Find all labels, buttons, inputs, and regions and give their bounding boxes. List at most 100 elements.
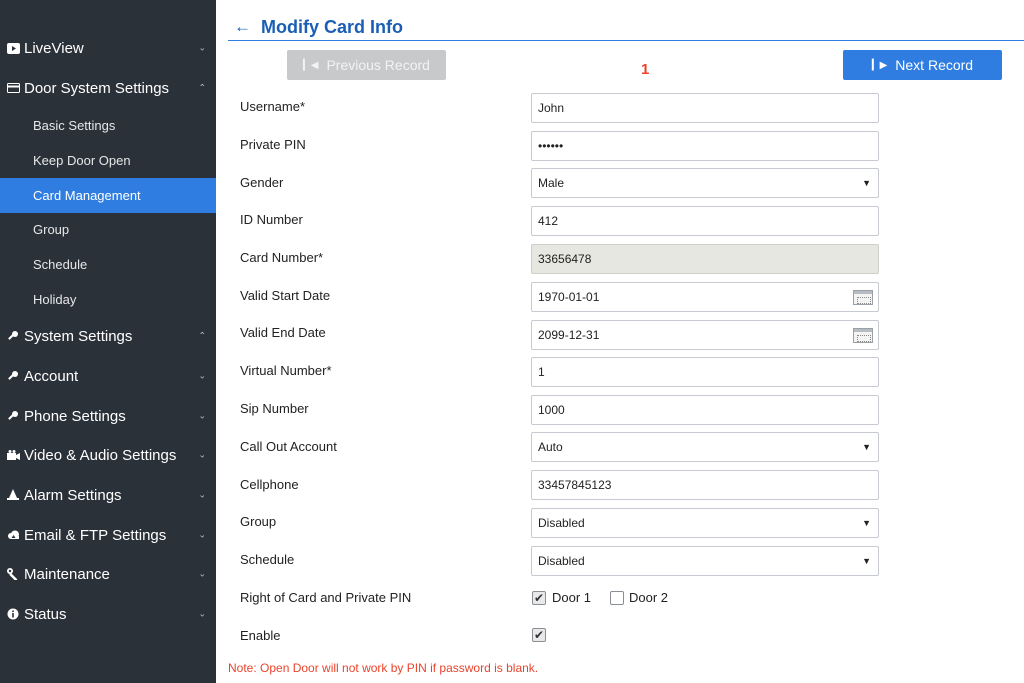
virtual-number-field[interactable]: 1: [531, 357, 879, 387]
nav-liveview-label: LiveView: [24, 39, 84, 57]
wrench-icon: [6, 567, 20, 581]
door2-checkbox[interactable]: [610, 591, 624, 605]
card-number-field: 33656478: [531, 244, 879, 274]
key-icon: [6, 409, 20, 423]
key-icon: [6, 329, 20, 343]
nav-maintenance[interactable]: Maintenance ⌄: [0, 554, 216, 594]
chevron-down-icon: ⌄: [198, 568, 206, 579]
previous-record-button[interactable]: ▎◀ Previous Record: [287, 50, 446, 80]
nav-maintenance-label: Maintenance: [24, 565, 110, 583]
pin-warning-note: Note: Open Door will not work by PIN if …: [228, 661, 539, 675]
nav-account-label: Account: [24, 367, 79, 385]
nav-status[interactable]: Status ⌄: [0, 594, 216, 634]
call-out-account-value: Auto: [538, 440, 563, 454]
next-record-button[interactable]: ▎▶ Next Record: [843, 50, 1002, 80]
enable-label: Enable: [240, 628, 281, 643]
valid-end-date-field[interactable]: 2099-12-31: [531, 320, 879, 350]
key-icon: [6, 369, 20, 383]
group-value: Disabled: [538, 516, 585, 530]
schedule-select[interactable]: Disabled ▼: [531, 546, 879, 576]
nav-alarm-label: Alarm Settings: [24, 486, 122, 504]
id-number-label: ID Number: [240, 212, 303, 227]
rights-label: Right of Card and Private PIN: [240, 590, 412, 605]
sidebar-item-group[interactable]: Group: [0, 212, 216, 247]
door1-checkbox[interactable]: ✔: [532, 591, 546, 605]
private-pin-field[interactable]: ••••••: [531, 131, 879, 161]
virtual-number-label: Virtual Number*: [240, 363, 332, 378]
dropdown-arrow-icon: ▼: [862, 518, 871, 528]
valid-start-date-field[interactable]: 1970-01-01: [531, 282, 879, 312]
group-label: Group: [240, 514, 277, 529]
next-record-label: Next Record: [895, 57, 974, 73]
chevron-down-icon: ⌄: [198, 529, 206, 540]
username-label: Username*: [240, 99, 306, 114]
valid-start-date-label: Valid Start Date: [240, 288, 331, 303]
gender-label: Gender: [240, 175, 284, 190]
nav-door-system-settings[interactable]: Door System Settings ⌃: [0, 68, 216, 108]
info-icon: [6, 607, 20, 621]
cellphone-field[interactable]: 33457845123: [531, 470, 879, 500]
nav-video-audio-settings[interactable]: Video & Audio Settings ⌄: [0, 435, 216, 475]
chevron-down-icon: ⌄: [198, 410, 206, 421]
chevron-up-icon: ⌃: [198, 82, 206, 93]
nav-video-audio-label: Video & Audio Settings: [24, 446, 177, 464]
dropdown-arrow-icon: ▼: [862, 442, 871, 452]
nav-phone-settings[interactable]: Phone Settings ⌄: [0, 396, 216, 436]
username-field[interactable]: John: [531, 93, 879, 123]
nav-email-ftp-settings[interactable]: Email & FTP Settings ⌄: [0, 515, 216, 555]
chevron-down-icon: ⌄: [198, 449, 206, 460]
nav-system-settings-label: System Settings: [24, 327, 133, 345]
card-icon: [6, 81, 20, 95]
sidebar-item-card-management[interactable]: Card Management: [0, 178, 216, 213]
nav-system-settings[interactable]: System Settings ⌃: [0, 316, 216, 356]
checkmark-icon: ✔: [533, 628, 545, 642]
schedule-value: Disabled: [538, 554, 585, 568]
sidebar-item-keep-door-open[interactable]: Keep Door Open: [0, 143, 216, 178]
camera-icon: [6, 448, 20, 462]
valid-end-date-value: 2099-12-31: [538, 328, 600, 342]
sip-number-field[interactable]: 1000: [531, 395, 879, 425]
nav-door-system-label: Door System Settings: [24, 79, 170, 97]
door1-label: Door 1: [552, 590, 592, 605]
id-number-field[interactable]: 412: [531, 206, 879, 236]
sip-number-label: Sip Number: [240, 401, 309, 416]
nav-alarm-settings[interactable]: Alarm Settings ⌄: [0, 475, 216, 515]
record-number: 1: [641, 61, 650, 78]
sidebar-item-basic-settings[interactable]: Basic Settings: [0, 108, 216, 143]
page-header: ← Modify Card Info: [228, 14, 1024, 41]
chevron-down-icon: ⌄: [198, 489, 206, 500]
schedule-label: Schedule: [240, 552, 295, 567]
calendar-icon[interactable]: [853, 328, 873, 343]
video-icon: [6, 41, 20, 55]
skip-forward-icon: ▎▶: [871, 59, 888, 71]
page-title: Modify Card Info: [261, 16, 403, 37]
enable-checkbox[interactable]: ✔: [532, 628, 546, 642]
nav-email-ftp-label: Email & FTP Settings: [24, 526, 167, 544]
nav-account[interactable]: Account ⌄: [0, 356, 216, 396]
chevron-down-icon: ⌄: [198, 42, 206, 53]
chevron-down-icon: ⌄: [198, 370, 206, 381]
chevron-down-icon: ⌄: [198, 608, 206, 619]
back-arrow-icon[interactable]: ←: [234, 17, 251, 37]
cloud-icon: [6, 528, 20, 542]
door2-label: Door 2: [629, 590, 669, 605]
group-select[interactable]: Disabled ▼: [531, 508, 879, 538]
bell-icon: [6, 488, 20, 502]
call-out-account-label: Call Out Account: [240, 439, 337, 454]
gender-select[interactable]: Male ▼: [531, 168, 879, 198]
sidebar: LiveView ⌄ Door System Settings ⌃ Basic …: [0, 0, 216, 683]
previous-record-label: Previous Record: [326, 57, 430, 73]
dropdown-arrow-icon: ▼: [862, 178, 871, 188]
gender-value: Male: [538, 176, 565, 190]
sidebar-item-holiday[interactable]: Holiday: [0, 282, 216, 317]
calendar-icon[interactable]: [853, 290, 873, 305]
private-pin-label: Private PIN: [240, 137, 306, 152]
dropdown-arrow-icon: ▼: [862, 556, 871, 566]
checkmark-icon: ✔: [533, 591, 545, 605]
skip-back-icon: ▎◀: [303, 59, 319, 71]
call-out-account-select[interactable]: Auto ▼: [531, 432, 879, 462]
valid-end-date-label: Valid End Date: [240, 325, 326, 340]
nav-status-label: Status: [24, 605, 67, 623]
sidebar-item-schedule[interactable]: Schedule: [0, 247, 216, 282]
nav-liveview[interactable]: LiveView ⌄: [0, 28, 216, 68]
